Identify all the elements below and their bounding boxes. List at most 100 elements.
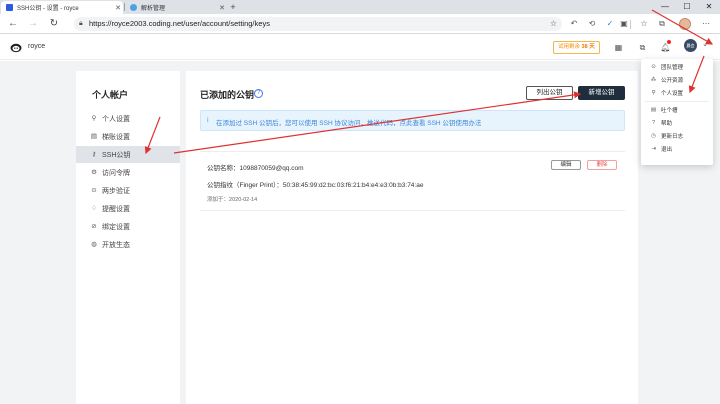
window-maximize-button[interactable]: ☐ [676, 0, 698, 14]
user-avatar[interactable]: 晨会 [684, 39, 697, 52]
browser-toolbar: ← → ↻ 🔒︎ https://royce2003.coding.net/us… [0, 14, 720, 34]
trial-badge[interactable]: 试用剩余 38 天 [553, 41, 600, 54]
menu-item-personal-settings[interactable]: ⚲ 个人设置 [641, 87, 713, 98]
tab-close-icon[interactable]: ✕ [217, 4, 227, 12]
notice-text[interactable]: 在添加过 SSH 公钥后，您可以使用 SSH 协议访问，推送代码，点此查看 SS… [216, 117, 481, 127]
key-date-row: 添加于：2020-02-14 [207, 195, 257, 203]
chevron-down-icon[interactable]: ⌄ [700, 40, 710, 50]
calendar-icon[interactable]: ▦ [613, 42, 624, 53]
menu-item-label: 退出 [661, 146, 673, 153]
sidebar-item-label: SSH公钥 [102, 151, 131, 159]
globe-icon: ◍ [91, 240, 97, 248]
sidebar-item-label: 两步验证 [102, 187, 130, 195]
toolbar-divider [630, 20, 631, 29]
edit-key-button[interactable]: 编辑 [551, 160, 581, 170]
add-key-button[interactable]: 新增公钥 [578, 86, 625, 100]
more-menu-icon[interactable]: ⋯ [700, 18, 712, 30]
key-icon: ⚷ [91, 150, 97, 158]
sidebar-item-ssh-keys[interactable]: ⚷ SSH公钥 [76, 146, 180, 163]
window-close-button[interactable]: ✕ [698, 0, 720, 14]
sidebar-item-account[interactable]: ▤ 梯账设置 [76, 128, 180, 145]
favorite-star-icon[interactable]: ☆ [550, 19, 557, 28]
share-arrow-icon[interactable]: ↶ [568, 18, 580, 30]
read-aloud-icon[interactable]: ⟲ [586, 18, 598, 30]
coding-favicon-icon [6, 4, 13, 11]
ssh-key-item: 公钥名称：1098870059@qq.com 公钥指纹（Finger Print… [200, 151, 625, 211]
bell-icon: ♢ [91, 204, 97, 212]
menu-item-label: 个人设置 [661, 90, 684, 97]
menu-item-label: 帮助 [661, 120, 673, 127]
menu-item-label: 团队管理 [661, 64, 684, 71]
feedback-icon: ▤ [650, 106, 657, 113]
sidebar-item-two-factor[interactable]: ⊙ 两步验证 [76, 182, 180, 199]
trial-days: 38 天 [581, 44, 595, 50]
back-arrow-icon[interactable]: ← [7, 18, 19, 30]
browser-tab-active[interactable]: SSH公钥 - 设置 - royce ✕ [1, 1, 123, 14]
settings-sidebar: 个人帐户 ⚲ 个人设置 ▤ 梯账设置 ⚷ SSH公钥 ⚙ 访问令牌 ⊙ 两步验证… [76, 71, 180, 404]
help-icon[interactable]: ? [254, 89, 263, 98]
link-icon: ⊘ [91, 222, 97, 230]
menu-item-label: 公开资源 [661, 77, 684, 84]
sidebar-item-open-ecosystem[interactable]: ◍ 开放生态 [76, 236, 180, 253]
logout-icon: ⇥ [651, 145, 656, 152]
info-notice: ⅰ 在添加过 SSH 公钥后，您可以使用 SSH 协议访问，推送代码，点此查看 … [200, 110, 625, 131]
collections-icon[interactable]: ▣ [618, 18, 630, 30]
url-text: https://royce2003.coding.net/user/accoun… [89, 19, 270, 28]
menu-item-changelog[interactable]: ◷ 更新日志 [641, 130, 713, 141]
sidebar-item-bindings[interactable]: ⊘ 绑定设置 [76, 218, 180, 235]
key-name-label: 公钥名称： [207, 165, 240, 172]
window-minimize-button[interactable]: — [654, 0, 676, 14]
key-fingerprint-row: 公钥指纹（Finger Print）：50:38:45:99:d2:bc:03:… [207, 179, 423, 189]
new-tab-button[interactable]: + [228, 1, 238, 13]
help-icon: ? [651, 119, 656, 126]
browser-profile-avatar[interactable] [679, 18, 691, 30]
menu-item-label: 吐个槽 [661, 107, 678, 114]
copy-icon[interactable]: ⧉ [637, 42, 648, 53]
shield-icon: ⊙ [91, 186, 97, 194]
browser-tab-inactive[interactable]: 解析管理 ✕ [125, 1, 227, 14]
app-header: royce 试用剩余 38 天 ▦ ⧉ 🔔︎ [0, 35, 720, 60]
collections-panel-icon[interactable]: ⧉ [656, 18, 668, 30]
dns-favicon-icon [130, 4, 137, 11]
notification-dot [667, 40, 671, 44]
reload-icon[interactable]: ↻ [48, 18, 60, 30]
card-icon: ▤ [90, 132, 98, 140]
share-icon: ⁂ [650, 76, 657, 83]
sidebar-item-personal-settings[interactable]: ⚲ 个人设置 [76, 110, 180, 127]
menu-item-team-management[interactable]: ⊙ 团队管理 [641, 61, 713, 72]
trial-prefix: 试用剩余 [558, 44, 581, 50]
delete-key-button[interactable]: 删除 [587, 160, 617, 170]
menu-item-label: 更新日志 [661, 133, 684, 140]
sidebar-item-reminders[interactable]: ♢ 提醒设置 [76, 200, 180, 217]
menu-item-public-resources[interactable]: ⁂ 公开资源 [641, 74, 713, 85]
user-dropdown-menu: ⊙ 团队管理 ⁂ 公开资源 ⚲ 个人设置 ▤ 吐个槽 ? 帮助 ◷ 更新日志 ⇥… [641, 59, 713, 165]
address-bar[interactable]: 🔒︎ https://royce2003.coding.net/user/acc… [74, 17, 562, 31]
menu-item-logout[interactable]: ⇥ 退出 [641, 143, 713, 154]
coding-logo-icon[interactable] [10, 41, 22, 53]
sidebar-item-label: 绑定设置 [102, 223, 130, 231]
lock-icon: 🔒︎ [79, 20, 83, 27]
sidebar-title: 个人帐户 [92, 90, 129, 100]
key-date-value: 2020-02-14 [229, 197, 258, 203]
sidebar-item-label: 开放生态 [102, 241, 130, 249]
menu-item-help[interactable]: ? 帮助 [641, 117, 713, 128]
tab-title: SSH公钥 - 设置 - royce [17, 6, 79, 12]
person-icon: ⚲ [91, 114, 97, 122]
info-icon: ⅰ [207, 118, 209, 124]
list-keys-button[interactable]: 列出公钥 [526, 86, 573, 100]
forward-arrow-icon[interactable]: → [27, 18, 39, 30]
team-icon: ⊙ [651, 63, 656, 70]
favorites-icon[interactable]: ☆ [638, 18, 650, 30]
sidebar-item-access-tokens[interactable]: ⚙ 访问令牌 [76, 164, 180, 181]
ssh-keys-panel: 已添加的公钥 ? 列出公钥 新增公钥 ⅰ 在添加过 SSH 公钥后，您可以使用 … [186, 71, 638, 404]
menu-item-feedback[interactable]: ▤ 吐个槽 [641, 104, 713, 115]
person-icon: ⚲ [651, 89, 656, 96]
tab-close-icon[interactable]: ✕ [113, 4, 123, 12]
key-fingerprint-label: 公钥指纹（Finger Print）： [207, 182, 283, 189]
extension-icon[interactable]: ✓ [604, 18, 616, 30]
team-name[interactable]: royce [28, 43, 45, 50]
sidebar-item-label: 个人设置 [102, 115, 130, 123]
key-name-value: 1098870059@qq.com [239, 165, 304, 172]
sidebar-item-label: 梯账设置 [102, 133, 130, 141]
menu-divider [645, 101, 709, 102]
